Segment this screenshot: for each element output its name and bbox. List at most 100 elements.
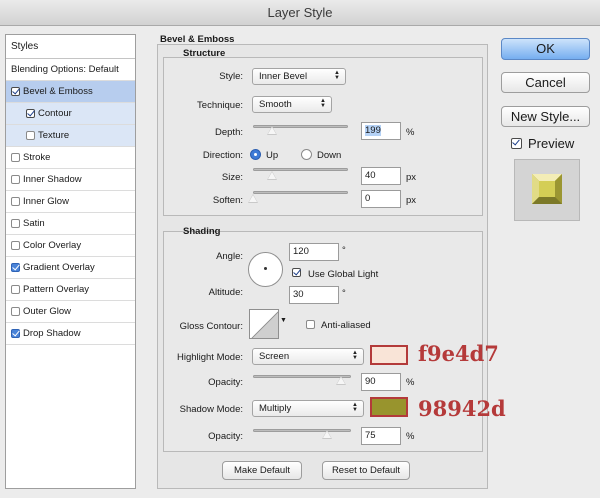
style-item-label: Pattern Overlay <box>23 284 89 295</box>
angle-dial-center-icon <box>264 267 267 270</box>
style-item-label: Gradient Overlay <box>23 262 95 273</box>
shadow-opacity-label: Opacity: <box>208 431 243 442</box>
shadow-mode-select[interactable]: Multiply ▲ ▼ <box>252 400 364 417</box>
layer-style-dialog: Layer Style Styles Blending Options: Def… <box>0 0 600 498</box>
highlight-color-swatch[interactable] <box>370 345 408 365</box>
depth-slider-thumb[interactable] <box>267 126 277 135</box>
satin-checkbox[interactable] <box>11 219 20 228</box>
highlight-mode-label: Highlight Mode: <box>176 352 243 363</box>
technique-select-value: Smooth <box>259 99 292 110</box>
use-global-light-checkbox[interactable] <box>292 268 301 277</box>
ok-button[interactable]: OK <box>501 38 590 60</box>
style-item-outer-glow[interactable]: Outer Glow <box>6 301 135 323</box>
inner-glow-checkbox[interactable] <box>11 197 20 206</box>
shading-title: Shading <box>183 226 221 237</box>
highlight-opacity-label: Opacity: <box>208 377 243 388</box>
soften-field[interactable]: 0 <box>361 190 401 208</box>
style-item-label: Bevel & Emboss <box>23 86 93 97</box>
preview-thumbnail-icon <box>532 174 562 204</box>
size-label: Size: <box>221 172 243 183</box>
contour-checkbox[interactable] <box>26 109 35 118</box>
shadow-mode-value: Multiply <box>259 403 292 414</box>
soften-slider[interactable] <box>253 191 348 194</box>
gloss-contour-dropdown-icon[interactable]: ▼ <box>280 317 287 324</box>
style-item-label: Stroke <box>23 152 51 163</box>
depth-field[interactable]: 199 <box>361 122 401 140</box>
highlight-mode-value: Screen <box>259 351 290 362</box>
style-item-label: Blending Options: Default <box>11 64 119 75</box>
size-field[interactable]: 40 <box>361 167 401 185</box>
outer-glow-checkbox[interactable] <box>11 307 20 316</box>
style-item-gradient-overlay[interactable]: Gradient Overlay <box>6 257 135 279</box>
style-item-blending-options[interactable]: Blending Options: Default <box>6 59 135 81</box>
pattern-overlay-checkbox[interactable] <box>11 285 20 294</box>
stroke-checkbox[interactable] <box>11 153 20 162</box>
soften-slider-thumb[interactable] <box>248 194 258 203</box>
highlight-opacity-thumb[interactable] <box>336 376 347 385</box>
technique-label: Technique: <box>197 100 243 111</box>
shadow-mode-label: Shadow Mode: <box>179 404 243 415</box>
style-item-label: Inner Glow <box>23 196 69 207</box>
styles-list: Styles Blending Options: Default Bevel &… <box>5 34 136 489</box>
gloss-contour-curve-icon <box>251 311 278 338</box>
select-arrows-icon: ▲ ▼ <box>320 98 326 109</box>
styles-header[interactable]: Styles <box>6 35 135 59</box>
gradient-overlay-checkbox[interactable] <box>11 263 20 272</box>
style-item-label: Drop Shadow <box>23 328 81 339</box>
preview-checkbox[interactable] <box>511 138 522 149</box>
direction-down-label: Down <box>317 150 342 161</box>
select-arrows-icon: ▲ ▼ <box>352 350 358 361</box>
new-style-button[interactable]: New Style... <box>501 106 590 127</box>
style-item-bevel-emboss[interactable]: Bevel & Emboss <box>6 81 135 103</box>
depth-label: Depth: <box>215 127 243 138</box>
direction-up-label: Up <box>266 150 279 161</box>
style-item-satin[interactable]: Satin <box>6 213 135 235</box>
style-item-stroke[interactable]: Stroke <box>6 147 135 169</box>
select-arrows-icon: ▲ ▼ <box>334 70 340 81</box>
direction-up-radio[interactable] <box>250 149 261 160</box>
shadow-opacity-slider[interactable] <box>253 429 351 432</box>
depth-unit: % <box>406 127 415 138</box>
altitude-field[interactable]: 30 <box>289 286 339 304</box>
gloss-contour-thumbnail[interactable] <box>249 309 279 339</box>
soften-label: Soften: <box>212 195 243 206</box>
highlight-mode-select[interactable]: Screen ▲ ▼ <box>252 348 364 365</box>
structure-title: Structure <box>183 48 226 59</box>
technique-select[interactable]: Smooth ▲ ▼ <box>252 96 332 113</box>
texture-checkbox[interactable] <box>26 131 35 140</box>
inner-shadow-checkbox[interactable] <box>11 175 20 184</box>
bevel-emboss-checkbox[interactable] <box>11 87 20 96</box>
angle-dial[interactable] <box>248 252 283 287</box>
drop-shadow-checkbox[interactable] <box>11 329 20 338</box>
make-default-button[interactable]: Make Default <box>222 461 302 480</box>
shadow-opacity-field[interactable]: 75 <box>361 427 401 445</box>
style-item-drop-shadow[interactable]: Drop Shadow <box>6 323 135 345</box>
highlight-opacity-unit: % <box>406 377 415 388</box>
style-item-texture[interactable]: Texture <box>6 125 135 147</box>
soften-unit: px <box>406 195 417 206</box>
style-item-color-overlay[interactable]: Color Overlay <box>6 235 135 257</box>
style-item-pattern-overlay[interactable]: Pattern Overlay <box>6 279 135 301</box>
style-select[interactable]: Inner Bevel ▲ ▼ <box>252 68 346 85</box>
anti-aliased-checkbox[interactable] <box>306 320 315 329</box>
shadow-opacity-thumb[interactable] <box>321 430 332 439</box>
angle-label: Angle: <box>216 251 243 262</box>
direction-down-radio[interactable] <box>301 149 312 160</box>
cancel-button[interactable]: Cancel <box>501 72 590 93</box>
size-slider-thumb[interactable] <box>267 171 277 180</box>
highlight-color-annotation: f9e4d7 <box>418 341 499 366</box>
reset-to-default-button[interactable]: Reset to Default <box>322 461 410 480</box>
shadow-opacity-unit: % <box>406 431 415 442</box>
color-overlay-checkbox[interactable] <box>11 241 20 250</box>
style-item-label: Satin <box>23 218 45 229</box>
shadow-color-swatch[interactable] <box>370 397 408 417</box>
style-item-contour[interactable]: Contour <box>6 103 135 125</box>
bevel-emboss-title: Bevel & Emboss <box>160 34 235 45</box>
altitude-unit: ° <box>342 288 346 299</box>
size-unit: px <box>406 172 417 183</box>
style-item-inner-shadow[interactable]: Inner Shadow <box>6 169 135 191</box>
angle-field[interactable]: 120 <box>289 243 339 261</box>
style-item-inner-glow[interactable]: Inner Glow <box>6 191 135 213</box>
highlight-opacity-field[interactable]: 90 <box>361 373 401 391</box>
select-arrows-icon: ▲ ▼ <box>352 402 358 413</box>
